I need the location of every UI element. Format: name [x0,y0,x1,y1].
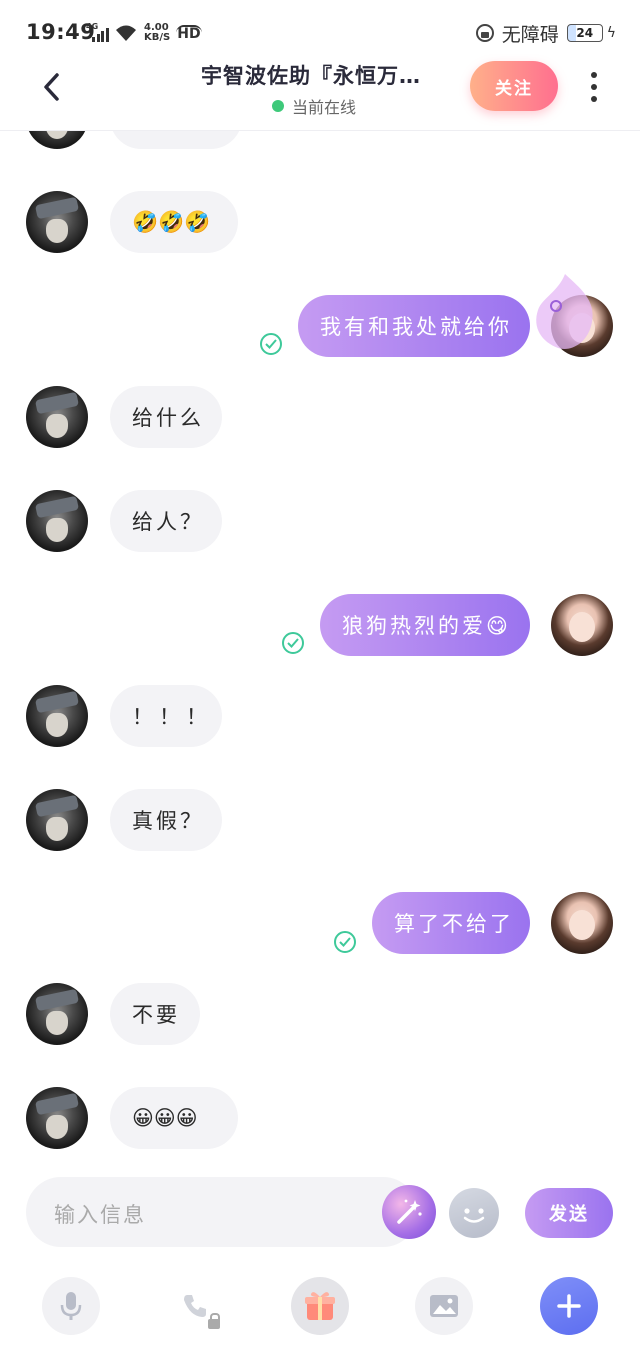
status-bar: 19:49 4G 4.00 KB/S HD 无障碍 24 ϟ [0,0,640,64]
read-check-icon [334,931,356,953]
contact-avatar[interactable] [26,983,88,1045]
call-button[interactable] [166,1277,224,1335]
contact-avatar[interactable] [26,789,88,851]
phone-icon [184,1295,206,1317]
message-bubble-partial [110,131,242,149]
image-button[interactable] [415,1277,473,1335]
status-right: 无障碍 24 ϟ [475,20,616,46]
more-options-icon[interactable] [588,72,600,102]
message-bubble-incoming[interactable]: ！！！ [110,685,222,747]
chevron-left-icon [44,73,59,101]
smiley-icon [463,1208,485,1223]
chat-title: 宇智波佐助『永恒万… [201,64,421,88]
battery-icon: 24 [566,24,603,42]
contact-avatar[interactable] [26,386,88,448]
message-bubble-outgoing[interactable]: 狼狗热烈的爱😋 [320,594,530,656]
message-bubble-incoming[interactable]: 给什么 [110,386,222,448]
status-time: 19:49 [26,20,96,44]
magic-wand-button[interactable] [382,1185,436,1239]
back-button[interactable] [36,70,66,104]
microphone-icon [60,1292,82,1320]
charging-icon: ϟ [606,25,616,41]
cellular-signal-icon: 4G [86,22,109,44]
online-dot-icon [272,100,284,112]
message-bubble-incoming[interactable]: 不要 [110,983,200,1045]
gift-icon [305,1292,335,1320]
avatar-frame-decoration-icon [536,274,593,349]
emoji-button[interactable] [449,1188,499,1238]
more-actions-button[interactable] [540,1277,598,1335]
contact-avatar[interactable] [26,191,88,253]
message-input-placeholder: 输入信息 [54,1203,146,1227]
hd-call-icon: HD [176,25,202,42]
contact-avatar[interactable] [26,490,88,552]
message-bubble-incoming[interactable]: 😀😀😀 [110,1087,238,1149]
message-input[interactable]: 输入信息 [26,1177,436,1247]
my-avatar[interactable] [551,892,613,954]
network-speed: 4.00 KB/S [144,22,171,43]
message-bubble-incoming[interactable]: 给人？ [110,490,222,552]
follow-button[interactable]: 关注 [470,61,558,111]
accessibility-label: 无障碍 [501,23,559,46]
contact-avatar[interactable] [26,131,88,149]
plus-icon [557,1294,581,1318]
read-check-icon [282,632,304,654]
message-bubble-outgoing[interactable]: 我有和我处就给你 [298,295,530,357]
online-status: 当前在线 [272,94,356,118]
bottom-toolbar [0,1277,640,1337]
message-bubble-incoming[interactable]: 真假？ [110,789,222,851]
send-button[interactable]: 发送 [525,1188,613,1238]
message-bubble-outgoing[interactable]: 算了不给了 [372,892,530,954]
screen-lock-icon [475,24,494,42]
status-icons: 4G 4.00 KB/S HD [86,20,202,46]
gift-button[interactable] [291,1277,349,1335]
contact-avatar[interactable] [26,685,88,747]
message-list[interactable]: 🤣🤣🤣 我有和我处就给你 给什么 给人？ 狼狗热烈的爱😋 ！！！ 真假？ 算了不… [0,131,640,1165]
magic-wand-icon [397,1199,422,1224]
read-check-icon [260,333,282,355]
wifi-icon [116,25,136,41]
voice-button[interactable] [42,1277,100,1335]
message-bubble-incoming[interactable]: 🤣🤣🤣 [110,191,238,253]
chat-header: 宇智波佐助『永恒万… 当前在线 关注 [0,56,640,131]
online-status-label: 当前在线 [292,98,357,117]
lock-icon [208,1313,220,1329]
my-avatar[interactable] [551,594,613,656]
contact-avatar[interactable] [26,1087,88,1149]
composer: 输入信息 发送 [0,1177,640,1249]
image-icon [430,1295,458,1317]
